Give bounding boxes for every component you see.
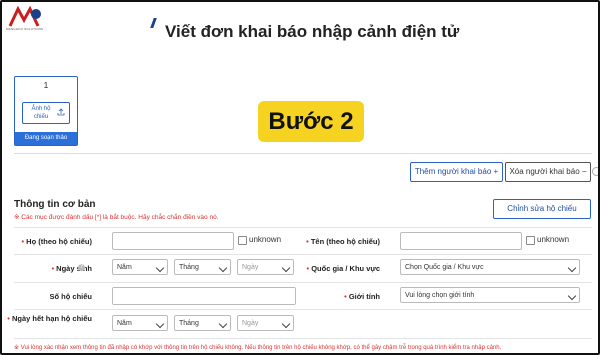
chevron-down-icon [218, 319, 228, 329]
passport-photo-upload-button[interactable]: Ảnh hộ chiếu [22, 102, 70, 124]
edit-passport-label: Chỉnh sửa hộ chiếu [507, 204, 577, 213]
help-icon[interactable]: ? [78, 264, 85, 271]
title-accent-mark [150, 18, 157, 28]
passport-number-input[interactable] [112, 287, 296, 305]
page-frame: MANGHOU SOLUTIONS Viết đơn khai báo nhập… [0, 0, 600, 355]
divider [14, 153, 592, 154]
edit-passport-button[interactable]: Chỉnh sửa hộ chiếu [493, 199, 591, 219]
chevron-down-icon [281, 319, 291, 329]
country-select[interactable]: Chọn Quốc gia / Khu vực [400, 259, 580, 275]
passport-expiry-label: • Ngày hết hạn hộ chiếu [7, 314, 92, 323]
unknown-label: unknown [249, 235, 282, 244]
card-status-bar: Đang soạn thảo [15, 132, 77, 145]
chevron-down-icon [155, 319, 165, 329]
chevron-down-icon [281, 263, 291, 273]
footer-note: ※ Vui lòng xác nhận xem thông tin đã nhậ… [14, 345, 502, 351]
upload-label: Ảnh hộ chiếu [31, 106, 51, 120]
dob-year-select[interactable]: Năm [112, 259, 168, 275]
chevron-down-icon [567, 291, 577, 301]
card-number: 1 [43, 81, 49, 90]
form-row-line [14, 227, 592, 228]
form-row-line [14, 282, 592, 283]
given-unknown-checkbox[interactable] [526, 236, 535, 245]
gender-label: • Giới tính [344, 292, 380, 301]
gender-select[interactable]: Vui lòng chọn giới tính [400, 287, 580, 303]
brand-logo-text: MANGHOU SOLUTIONS [6, 27, 44, 31]
given-name-input[interactable] [400, 232, 522, 250]
surname-input[interactable] [112, 232, 234, 250]
country-label: • Quốc gia / Khu vực [306, 264, 381, 273]
form-row-line [14, 309, 592, 310]
add-declarant-button[interactable]: Thêm người khai báo + [410, 162, 503, 182]
surname-unknown-checkbox[interactable] [238, 236, 247, 245]
section-title: Thông tin cơ bản [14, 199, 96, 210]
expiry-month-select[interactable]: Tháng [174, 315, 231, 331]
passport-number-label: Số hộ chiếu [49, 292, 92, 301]
given-name-label: • Tên (theo hộ chiếu) [306, 237, 380, 246]
upload-icon [57, 108, 65, 116]
brand-logo [8, 6, 41, 27]
surname-label: • Họ (theo hộ chiếu) [21, 237, 92, 246]
form-row-line [14, 338, 592, 339]
required-note: ※ Các mục được đánh dấu [*] là bắt buộc.… [14, 214, 219, 221]
chevron-down-icon [218, 263, 228, 273]
dob-month-select[interactable]: Tháng [174, 259, 231, 275]
form-row-line [14, 254, 592, 255]
step-badge: Bước 2 [258, 101, 364, 142]
collapse-icon[interactable] [592, 167, 598, 176]
remove-declarant-button[interactable]: Xóa người khai báo − [505, 162, 591, 182]
passport-card[interactable]: 1 Ảnh hộ chiếu Đang soạn thảo [14, 76, 78, 146]
expiry-year-select[interactable]: Năm [112, 315, 168, 331]
expiry-day-select[interactable]: Ngày [237, 315, 294, 331]
chevron-down-icon [155, 263, 165, 273]
page-title: Viết đơn khai báo nhập cảnh điện tử [165, 22, 460, 41]
unknown-label: unknown [537, 235, 570, 244]
chevron-down-icon [567, 263, 577, 273]
dob-day-select[interactable]: Ngày [237, 259, 294, 275]
